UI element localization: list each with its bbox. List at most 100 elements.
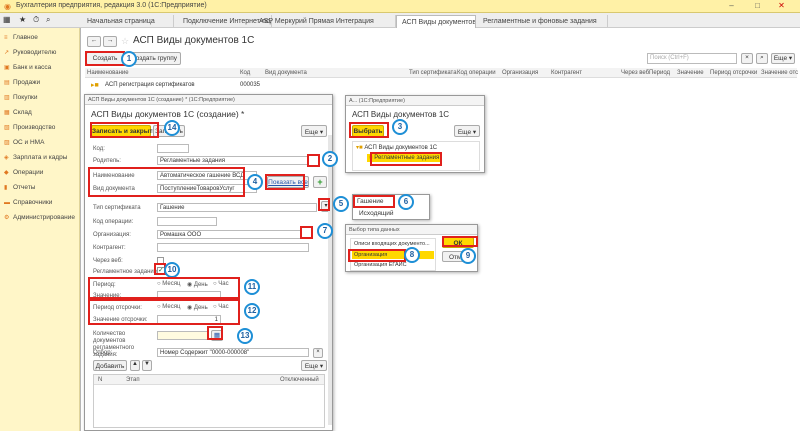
opcode-label: Код операции: xyxy=(93,219,134,225)
web-label: Через веб: xyxy=(93,258,123,264)
forward-button[interactable]: → xyxy=(103,36,117,47)
sidebar-item-production[interactable]: ▧ Производство xyxy=(4,124,55,136)
move-up-button[interactable]: ▲ xyxy=(130,360,140,371)
col-code[interactable]: Код xyxy=(240,70,250,76)
highlight-name-doctype xyxy=(88,167,245,197)
filter-clear-button[interactable]: × xyxy=(313,348,323,358)
add-doc-button[interactable]: + xyxy=(313,176,327,188)
minimize-icon[interactable]: – xyxy=(726,1,737,11)
org-input[interactable]: Ромашка ООО xyxy=(157,230,301,239)
col-cert-type[interactable]: Тип сертификата xyxy=(409,70,457,76)
sidebar-item-directories[interactable]: ▬ Справочники xyxy=(4,199,52,211)
highlight-period xyxy=(88,277,240,299)
col-step[interactable]: Этап xyxy=(126,377,140,383)
tab-home[interactable]: Начальная страница xyxy=(82,15,174,28)
sidebar-item-manager[interactable]: ↗ Руководителю xyxy=(4,49,56,61)
type-item-org-egais[interactable]: Организация ЕГАИС xyxy=(354,262,407,268)
form-more-button[interactable]: Еще ▾ xyxy=(301,125,327,137)
highlight-cert-option xyxy=(353,195,395,208)
highlight-cert-dropdown xyxy=(318,198,330,211)
col-org[interactable]: Организация xyxy=(502,70,538,76)
chart-icon: ↗ xyxy=(4,50,10,56)
sidebar-item-operations[interactable]: ◆ Операции xyxy=(4,169,43,181)
col-contr[interactable]: Контрагент xyxy=(551,70,582,76)
tree-root[interactable]: ▾■ АСП Виды документов 1С xyxy=(356,144,437,151)
highlight-show-all xyxy=(265,174,305,190)
back-button[interactable]: ← xyxy=(87,36,101,47)
form-scrollbar[interactable] xyxy=(328,135,332,425)
parent-dialog-title: АСП Виды документов 1С xyxy=(352,110,450,119)
close-icon[interactable]: ✕ xyxy=(776,1,787,11)
move-down-button[interactable]: ▼ xyxy=(142,360,152,371)
code-input[interactable] xyxy=(157,144,189,153)
tab-scheduled-jobs[interactable]: Регламентные и фоновые задания xyxy=(478,15,608,28)
stages-header: N Этап Отключенный xyxy=(94,375,324,385)
history-icon[interactable]: ⏱ xyxy=(33,15,39,25)
sidebar-item-salary[interactable]: ◈ Зарплата и кадры xyxy=(4,154,67,166)
highlight-calculator xyxy=(207,326,223,340)
col-delay[interactable]: Период отсрочки xyxy=(710,70,757,76)
maximize-icon[interactable]: □ xyxy=(752,1,763,11)
row-name: АСП регистрация сертификатов xyxy=(105,82,195,88)
page-title: АСП Виды документов 1С xyxy=(133,35,255,46)
filter-input[interactable]: Номер Содержит "0000-000008" xyxy=(157,348,309,357)
menu-icon: ≡ xyxy=(4,35,8,41)
star-icon[interactable]: ★ xyxy=(19,15,26,24)
sidebar-item-sales[interactable]: ▤ Продажи xyxy=(4,79,40,91)
search-go-button[interactable]: ⌕ xyxy=(756,53,768,64)
tab-asp-mercury[interactable]: ASP Меркурий Прямая Интеграция xyxy=(254,15,396,28)
parent-input[interactable]: Регламентные задания xyxy=(157,156,309,165)
home-icon[interactable]: ▦ xyxy=(3,15,11,24)
more-button[interactable]: Еще ▾ xyxy=(771,53,795,64)
sidebar-item-purchases[interactable]: ▥ Покупки xyxy=(4,94,37,106)
cert-option-outgoing[interactable]: Исходящий xyxy=(359,210,394,217)
search-input[interactable]: Поиск (Ctrl+F) xyxy=(647,53,737,64)
search-clear-button[interactable]: × xyxy=(741,53,753,64)
contr-input[interactable] xyxy=(157,243,309,252)
parent-more-button[interactable]: Еще ▾ xyxy=(454,125,480,137)
marker-12: 12 xyxy=(244,303,260,319)
table-row[interactable]: ▸■ АСП регистрация сертификатов 000035 xyxy=(85,80,797,90)
contr-label: Контрагент: xyxy=(93,245,126,251)
tab-bar: ▦ ★ ⏱ ⌕ Начальная страница Подключение И… xyxy=(0,13,800,28)
col-delay-value[interactable]: Значение отс xyxy=(761,70,798,76)
window-titlebar: ◉ Бухгалтерия предприятия, редакция 3.0 … xyxy=(0,0,800,13)
opcode-input[interactable] xyxy=(157,217,217,226)
app-logo-icon: ◉ xyxy=(4,2,11,11)
highlight-choose xyxy=(349,122,389,138)
col-web[interactable]: Через веб xyxy=(621,70,649,76)
col-doc-type[interactable]: Вид документа xyxy=(265,70,307,76)
search-icon[interactable]: ⌕ xyxy=(46,15,50,25)
col-period[interactable]: Период xyxy=(649,70,670,76)
org-label: Организация: xyxy=(93,232,131,238)
col-opcode[interactable]: Код операции xyxy=(457,70,496,76)
col-value[interactable]: Значение xyxy=(677,70,704,76)
assets-icon: ▨ xyxy=(4,140,10,146)
col-n[interactable]: N xyxy=(98,377,102,383)
favorite-star-icon[interactable]: ☆ xyxy=(121,36,129,47)
marker-13: 13 xyxy=(237,328,253,344)
highlight-type-ok xyxy=(442,236,478,247)
filter-label: Отбор: xyxy=(93,350,113,356)
sidebar-item-warehouse[interactable]: ▦ Склад xyxy=(4,109,32,121)
people-icon: ◈ xyxy=(4,155,9,161)
type-item-incoming[interactable]: Описи входящих документо... xyxy=(354,241,430,247)
col-off[interactable]: Отключенный xyxy=(280,377,319,383)
highlight-parent-select xyxy=(307,154,320,167)
highlight-delay xyxy=(88,299,240,325)
sidebar-item-main[interactable]: ≡ Главное xyxy=(4,34,38,46)
col-name[interactable]: Наименование xyxy=(87,70,129,76)
cert-label: Тип сертификата xyxy=(93,205,141,211)
count-input[interactable] xyxy=(157,331,209,340)
add-row-button[interactable]: Добавить xyxy=(93,360,127,371)
table-more-button[interactable]: Еще ▾ xyxy=(301,360,327,371)
sidebar-item-bank[interactable]: ▣ Банк и касса xyxy=(4,64,51,76)
tab-asp-doc-types[interactable]: АСП Виды документов 1С xyxy=(396,15,476,28)
cert-input[interactable]: Гашение xyxy=(157,203,317,212)
sidebar-item-reports[interactable]: ▮ Отчеты xyxy=(4,184,35,196)
marker-6: 6 xyxy=(398,194,414,210)
sidebar-item-admin[interactable]: ⚙ Администрирование xyxy=(4,214,75,226)
cart-icon: ▥ xyxy=(4,95,10,101)
sidebar-item-assets[interactable]: ▨ ОС и НМА xyxy=(4,139,44,151)
form-window-title: АСП Виды документов 1С (создание) * (1С:… xyxy=(85,95,332,105)
